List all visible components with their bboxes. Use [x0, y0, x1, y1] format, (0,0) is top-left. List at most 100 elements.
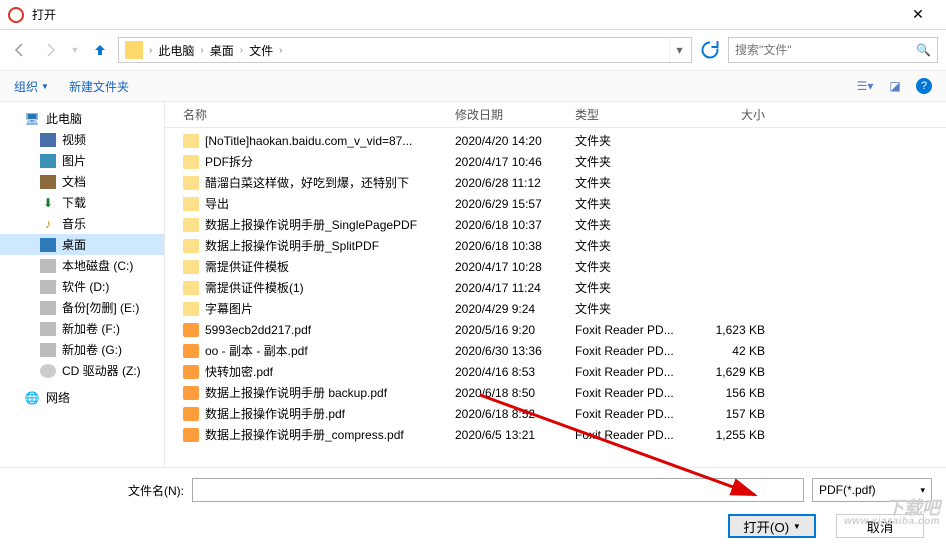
new-folder-button[interactable]: 新建文件夹	[69, 78, 129, 95]
nav-bar: ▼ › 此电脑 › 桌面 › 文件 › ▾ 🔍	[0, 30, 946, 70]
file-type: 文件夹	[575, 132, 705, 149]
folder-icon	[183, 134, 199, 148]
window-title: 打开	[32, 6, 898, 23]
sidebar-item-pictures[interactable]: 图片	[0, 150, 164, 171]
address-bar[interactable]: › 此电脑 › 桌面 › 文件 › ▾	[118, 37, 692, 63]
footer: 文件名(N): PDF(*.pdf) ▾ 打开(O) ▼ 取消	[0, 467, 946, 548]
crumb-folder[interactable]: 文件	[245, 42, 277, 59]
path-dropdown[interactable]: ▾	[669, 38, 689, 62]
folder-icon	[183, 197, 199, 211]
disk-icon	[40, 343, 56, 357]
file-type: 文件夹	[575, 279, 705, 296]
file-size: 1,623 KB	[705, 323, 795, 337]
organize-menu[interactable]: 组织▼	[14, 78, 49, 95]
file-row[interactable]: 数据上报操作说明手册 backup.pdf2020/6/18 8:50Foxit…	[165, 382, 946, 403]
sidebar-item-diskd[interactable]: 软件 (D:)	[0, 276, 164, 297]
crumb-sep: ›	[277, 45, 284, 56]
forward-button[interactable]	[38, 38, 62, 62]
titlebar: 打开 ✕	[0, 0, 946, 30]
documents-icon	[40, 175, 56, 189]
col-size[interactable]: 大小	[705, 106, 795, 123]
sidebar-item-desktop[interactable]: 桌面	[0, 234, 164, 255]
file-name: 5993ecb2dd217.pdf	[205, 323, 455, 337]
file-date: 2020/4/17 10:46	[455, 155, 575, 169]
file-name: oo - 副本 - 副本.pdf	[205, 342, 455, 359]
crumb-pc[interactable]: 此电脑	[154, 42, 198, 59]
file-type: Foxit Reader PD...	[575, 365, 705, 379]
network-icon: 🌐	[24, 391, 40, 405]
sidebar-item-diske[interactable]: 备份[勿删] (E:)	[0, 297, 164, 318]
sidebar-item-music[interactable]: ♪音乐	[0, 213, 164, 234]
file-type: 文件夹	[575, 216, 705, 233]
back-button[interactable]	[8, 38, 32, 62]
file-row[interactable]: 导出2020/6/29 15:57文件夹	[165, 193, 946, 214]
file-row[interactable]: 快转加密.pdf2020/4/16 8:53Foxit Reader PD...…	[165, 361, 946, 382]
file-date: 2020/6/18 8:52	[455, 407, 575, 421]
view-options-button[interactable]: ☰▾	[856, 77, 874, 95]
file-row[interactable]: 5993ecb2dd217.pdf2020/5/16 9:20Foxit Rea…	[165, 319, 946, 340]
sidebar-item-documents[interactable]: 文档	[0, 171, 164, 192]
chevron-down-icon: ▾	[920, 485, 925, 496]
file-row[interactable]: 数据上报操作说明手册_compress.pdf2020/6/5 13:21Fox…	[165, 424, 946, 445]
file-row[interactable]: PDF拆分2020/4/17 10:46文件夹	[165, 151, 946, 172]
file-row[interactable]: 醋溜白菜这样做，好吃到爆，还特别下2020/6/28 11:12文件夹	[165, 172, 946, 193]
file-row[interactable]: oo - 副本 - 副本.pdf2020/6/30 13:36Foxit Rea…	[165, 340, 946, 361]
disk-icon	[40, 259, 56, 273]
file-row[interactable]: 数据上报操作说明手册.pdf2020/6/18 8:52Foxit Reader…	[165, 403, 946, 424]
col-date[interactable]: 修改日期	[455, 106, 575, 123]
col-type[interactable]: 类型	[575, 106, 705, 123]
search-box[interactable]: 🔍	[728, 37, 938, 63]
file-date: 2020/6/30 13:36	[455, 344, 575, 358]
sidebar-item-network[interactable]: 🌐网络	[0, 387, 164, 408]
folder-icon	[183, 239, 199, 253]
pdf-icon	[183, 407, 199, 421]
file-list-body[interactable]: [NoTitle]haokan.baidu.com_v_vid=87...202…	[165, 128, 946, 467]
desktop-icon	[40, 238, 56, 252]
up-button[interactable]	[88, 38, 112, 62]
sidebar-item-diskg[interactable]: 新加卷 (G:)	[0, 339, 164, 360]
file-name: 数据上报操作说明手册_SinglePagePDF	[205, 216, 455, 233]
sidebar-item-video[interactable]: 视频	[0, 129, 164, 150]
filename-label: 文件名(N):	[14, 482, 184, 499]
file-date: 2020/6/18 10:38	[455, 239, 575, 253]
file-row[interactable]: 数据上报操作说明手册_SplitPDF2020/6/18 10:38文件夹	[165, 235, 946, 256]
file-name: 需提供证件模板	[205, 258, 455, 275]
close-button[interactable]: ✕	[898, 6, 938, 23]
open-button[interactable]: 打开(O) ▼	[728, 514, 816, 538]
file-type: 文件夹	[575, 300, 705, 317]
recent-dropdown[interactable]: ▼	[68, 38, 82, 62]
crumb-desktop[interactable]: 桌面	[206, 42, 238, 59]
file-type: Foxit Reader PD...	[575, 428, 705, 442]
file-type: 文件夹	[575, 258, 705, 275]
search-icon[interactable]: 🔍	[916, 43, 931, 57]
file-type: 文件夹	[575, 174, 705, 191]
file-row[interactable]: 字幕图片2020/4/29 9:24文件夹	[165, 298, 946, 319]
file-row[interactable]: 需提供证件模板(1)2020/4/17 11:24文件夹	[165, 277, 946, 298]
file-row[interactable]: 需提供证件模板2020/4/17 10:28文件夹	[165, 256, 946, 277]
sidebar-item-diskf[interactable]: 新加卷 (F:)	[0, 318, 164, 339]
folder-icon	[183, 281, 199, 295]
col-name[interactable]: 名称	[183, 106, 455, 123]
refresh-button[interactable]	[698, 38, 722, 62]
pdf-icon	[183, 365, 199, 379]
filename-input[interactable]	[192, 478, 804, 502]
file-date: 2020/4/17 10:28	[455, 260, 575, 274]
crumb-sep: ›	[238, 45, 245, 56]
crumb-sep: ›	[198, 45, 205, 56]
file-size: 1,255 KB	[705, 428, 795, 442]
file-name: [NoTitle]haokan.baidu.com_v_vid=87...	[205, 134, 455, 148]
help-button[interactable]: ?	[916, 78, 932, 94]
preview-pane-button[interactable]: ◪	[886, 77, 904, 95]
downloads-icon: ⬇	[40, 196, 56, 210]
sidebar-item-cdz[interactable]: CD 驱动器 (Z:)	[0, 360, 164, 381]
video-icon	[40, 133, 56, 147]
sidebar-item-downloads[interactable]: ⬇下载	[0, 192, 164, 213]
filter-value: PDF(*.pdf)	[819, 483, 876, 497]
file-row[interactable]: [NoTitle]haokan.baidu.com_v_vid=87...202…	[165, 130, 946, 151]
file-date: 2020/6/18 8:50	[455, 386, 575, 400]
sidebar-item-diskc[interactable]: 本地磁盘 (C:)	[0, 255, 164, 276]
file-row[interactable]: 数据上报操作说明手册_SinglePagePDF2020/6/18 10:37文…	[165, 214, 946, 235]
search-input[interactable]	[735, 43, 916, 57]
pdf-icon	[183, 386, 199, 400]
sidebar-item-pc[interactable]: 🖥此电脑	[0, 108, 164, 129]
